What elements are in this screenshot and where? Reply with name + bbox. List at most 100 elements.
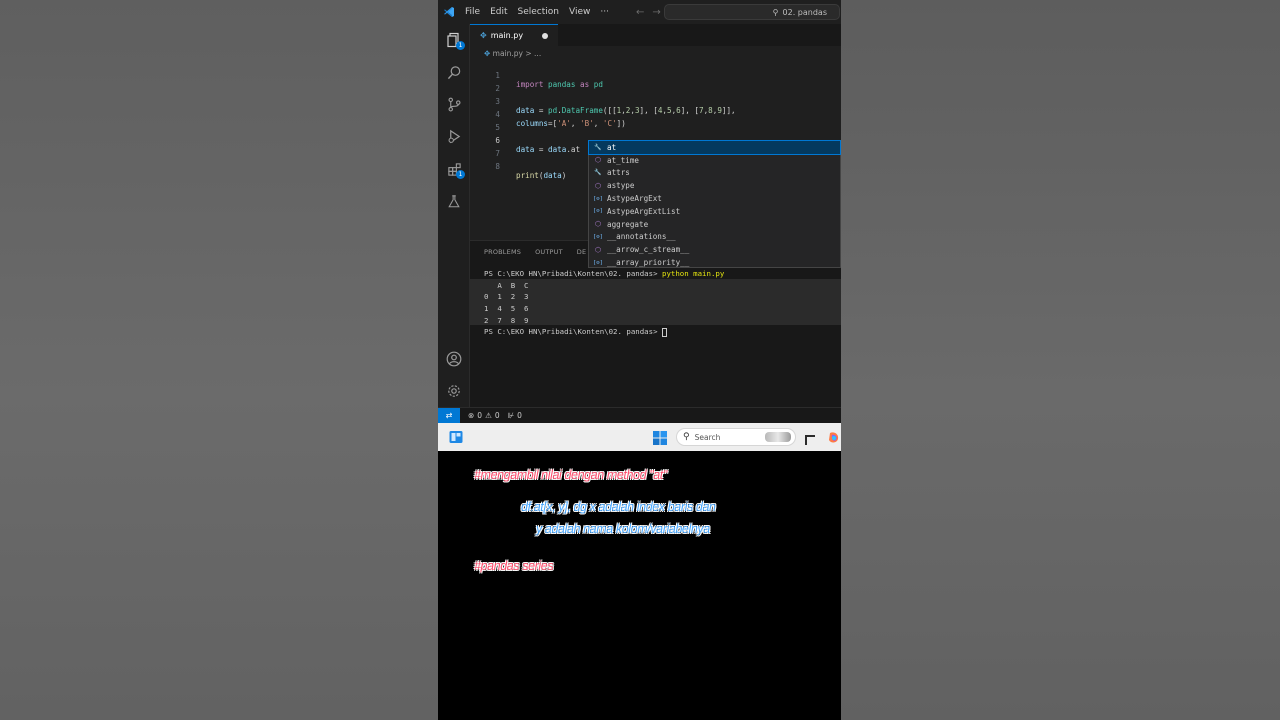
tab-main-py[interactable]: ✥ main.py — [470, 24, 558, 46]
activity-bar: 1 1 — [438, 24, 470, 407]
ports-status[interactable]: ⊮ 0 — [508, 411, 522, 420]
tab-debug-console[interactable]: DE — [577, 248, 587, 256]
panel-tabs: PROBLEMS OUTPUT DE — [484, 248, 586, 256]
run-debug-icon[interactable] — [444, 126, 464, 146]
suggestion-label: aggregate — [607, 219, 649, 229]
source-control-icon[interactable] — [444, 94, 464, 114]
menu-more[interactable]: ··· — [595, 7, 614, 17]
command-center[interactable]: ⚲ 02. pandas — [664, 4, 840, 20]
method-cube-icon: ⬡ — [594, 156, 602, 165]
taskbar-search[interactable]: ⚲ Search — [676, 428, 796, 446]
menu-view[interactable]: View — [564, 7, 595, 17]
caption-line-4: #pandas series — [474, 559, 554, 573]
windows-taskbar: ⚲ Search — [438, 423, 841, 451]
suggestion-item[interactable]: 🔧 at — [588, 140, 841, 155]
terminal-output-header: A B C — [484, 280, 529, 290]
suggestion-item[interactable]: [⊙] __annotations__ — [589, 231, 840, 244]
settings-gear-icon[interactable] — [444, 381, 464, 401]
field-icon: [⊙] — [593, 259, 603, 266]
problems-status[interactable]: ⊗ 0 ⚠ 0 — [468, 411, 500, 420]
remote-indicator-icon[interactable]: ⇄ — [438, 407, 460, 424]
background-blur-left — [0, 0, 438, 720]
suggestion-label: AstypeArgExtList — [607, 206, 681, 216]
terminal-prompt: PS C:\EKO HN\Pribadi\Konten\02. pandas> — [484, 269, 658, 278]
suggestion-item[interactable]: 🔧 attrs — [589, 167, 840, 180]
terminal-output-row: 2 7 8 9 — [484, 315, 529, 325]
menu-file[interactable]: File — [460, 7, 485, 17]
widgets-icon[interactable] — [448, 429, 464, 445]
terminal[interactable]: PS C:\EKO HN\Pribadi\Konten\02. pandas> … — [484, 269, 724, 339]
field-icon: [⊙] — [593, 208, 603, 215]
background-blur-right — [841, 0, 1280, 720]
terminal-prompt-line: PS C:\EKO HN\Pribadi\Konten\02. pandas> — [484, 327, 724, 339]
caption-line-3: y adalah nama kolom/variabelnya — [536, 522, 710, 536]
menu-selection[interactable]: Selection — [513, 7, 564, 17]
testing-flask-icon[interactable] — [444, 191, 464, 211]
search-highlight-icon — [765, 432, 791, 442]
suggestion-item[interactable]: ⬡ __arrow_c_stream__ — [589, 243, 840, 256]
suggestion-label: __array_priority__ — [607, 258, 690, 268]
suggestion-label: __arrow_c_stream__ — [607, 245, 690, 255]
explorer-icon[interactable]: 1 — [444, 30, 465, 50]
vscode-logo-icon — [438, 0, 460, 24]
terminal-command-line: PS C:\EKO HN\Pribadi\Konten\02. pandas> … — [484, 269, 724, 281]
ports-count: 0 — [517, 411, 522, 420]
tab-problems[interactable]: PROBLEMS — [484, 248, 521, 256]
suggestion-label: __annotations__ — [607, 232, 676, 242]
search-icon: ⚲ — [683, 432, 690, 442]
caption-line-2: df.at[x, y], dg x adalah index baris dan — [521, 500, 716, 514]
property-wrench-icon: 🔧 — [594, 169, 602, 177]
suggestion-label: at_time — [607, 155, 640, 165]
suggestion-item[interactable]: [⊙] __array_priority__ — [589, 256, 840, 269]
extensions-icon[interactable]: 1 — [444, 159, 465, 179]
code-line-1: 1 import pandas as pd — [470, 62, 841, 89]
error-count: 0 — [477, 411, 483, 420]
error-icon: ⊗ — [468, 411, 475, 420]
warning-icon: ⚠ — [485, 411, 492, 420]
account-icon[interactable] — [444, 349, 464, 369]
breadcrumb[interactable]: ✥ main.py > ... — [484, 49, 541, 58]
suggestion-label: at — [607, 142, 617, 152]
suggestion-item[interactable]: ⬡ at_time — [589, 154, 840, 167]
code-line-2: 2 — [470, 75, 841, 93]
warning-count: 0 — [494, 411, 500, 420]
terminal-cursor — [662, 327, 667, 337]
code-line-5: 5 — [470, 114, 841, 132]
method-cube-icon: ⬡ — [594, 245, 602, 254]
terminal-command: python main.py — [662, 269, 725, 278]
windows-start-icon[interactable] — [653, 430, 667, 449]
terminal-output-row: 0 1 2 3 — [484, 292, 529, 302]
taskbar-search-placeholder: Search — [694, 432, 721, 442]
command-center-label: 02. pandas — [782, 7, 827, 17]
unsaved-dot-icon[interactable] — [542, 33, 548, 39]
code-line-3: 3 data = pd.DataFrame([[1,2,3], [4,5,6],… — [470, 88, 841, 115]
suggestion-item[interactable]: [⊙] AstypeArgExt — [589, 192, 840, 205]
suggestion-item[interactable]: ⬡ aggregate — [589, 218, 840, 231]
field-icon: [⊙] — [593, 195, 603, 202]
suggestion-item[interactable]: [⊙] AstypeArgExtList — [589, 205, 840, 218]
copilot-icon[interactable] — [827, 430, 841, 444]
suggestion-label: astype — [607, 181, 635, 191]
vscode-window: File Edit Selection View ··· ←→ ⚲ 02. pa… — [438, 0, 841, 424]
tab-label: main.py — [490, 31, 524, 40]
task-view-icon[interactable] — [804, 431, 816, 445]
terminal-prompt: PS C:\EKO HN\Pribadi\Konten\02. pandas> — [484, 327, 658, 337]
suggestion-item[interactable]: ⬡ astype — [589, 179, 840, 192]
python-file-icon: ✥ — [480, 31, 487, 40]
property-wrench-icon: 🔧 — [594, 143, 602, 151]
video-frame: File Edit Selection View ··· ←→ ⚲ 02. pa… — [438, 0, 841, 720]
caption-line-1: #mengambil nilai dengan method "at" — [474, 468, 667, 482]
tab-output[interactable]: OUTPUT — [535, 248, 563, 256]
code-line-6: 6 data = data.at — [470, 127, 841, 154]
field-icon: [⊙] — [593, 233, 603, 240]
menu-edit[interactable]: Edit — [485, 7, 512, 17]
method-cube-icon: ⬡ — [594, 220, 602, 229]
ports-icon: ⊮ — [507, 411, 515, 420]
title-bar: File Edit Selection View ··· ←→ ⚲ 02. pa… — [438, 0, 841, 24]
status-bar: ⇄ ⊗ 0 ⚠ 0 ⊮ 0 — [438, 407, 841, 424]
line-number: 8 — [495, 162, 500, 171]
terminal-output-row: 1 4 5 6 — [484, 304, 529, 314]
search-icon[interactable] — [444, 62, 464, 82]
search-icon: ⚲ — [772, 7, 779, 17]
explorer-badge: 1 — [456, 41, 465, 50]
